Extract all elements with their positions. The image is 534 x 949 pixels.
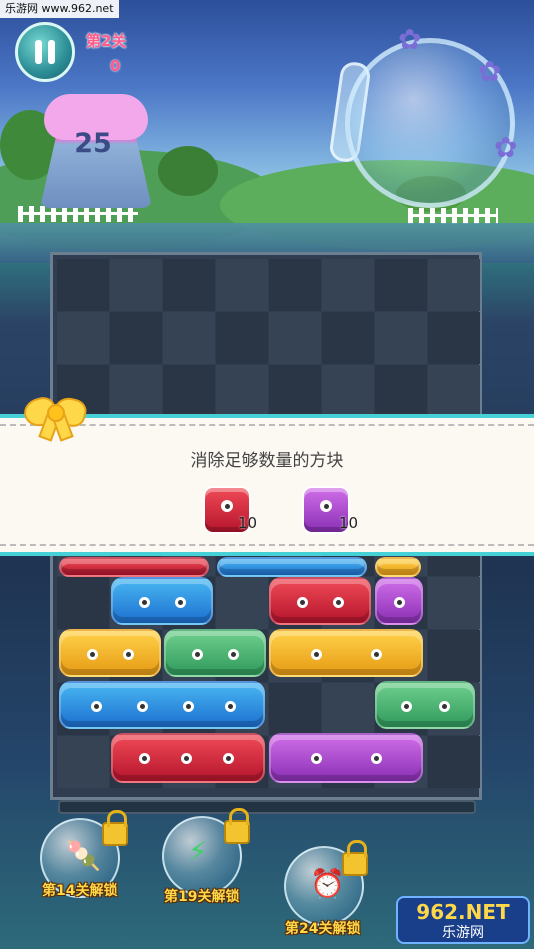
watermark: 乐游网 www.962.net bbox=[0, 0, 119, 18]
jelly-block-yellow[interactable] bbox=[269, 629, 423, 677]
popsicle-icon: 🍡 bbox=[66, 839, 101, 872]
flower-icon: ✿ bbox=[398, 23, 422, 56]
jelly-block-red[interactable] bbox=[269, 577, 371, 625]
moves-counter: 25 bbox=[74, 128, 112, 159]
lock-icon bbox=[102, 810, 128, 846]
jelly-block-green[interactable] bbox=[164, 629, 266, 677]
pause-button[interactable] bbox=[15, 22, 75, 82]
jelly-block-yellow[interactable] bbox=[375, 557, 421, 577]
white-fence bbox=[18, 206, 138, 222]
game-scene: 25 ✿ ✿ ✿ 乐游网 www.962.net 第2关 0 消除足够数量的方块… bbox=[0, 0, 534, 949]
level-label: 第2关 bbox=[86, 32, 127, 50]
jelly-block-purple[interactable] bbox=[375, 577, 423, 625]
jelly-block-green[interactable] bbox=[375, 681, 475, 729]
jelly-block-blue[interactable] bbox=[217, 557, 367, 577]
booster-unlock-label: 第19关解锁 bbox=[164, 889, 240, 905]
goal-count-purple: 10 bbox=[339, 514, 359, 532]
logo-text-bottom: 乐游网 bbox=[442, 925, 484, 941]
tree-cluster bbox=[158, 146, 218, 196]
jelly-block-red[interactable] bbox=[111, 733, 265, 783]
white-fence bbox=[408, 208, 498, 224]
jelly-block-purple[interactable] bbox=[269, 733, 423, 783]
lock-icon bbox=[342, 840, 368, 876]
logo-text-top: 962.NET bbox=[416, 900, 510, 924]
jelly-block-blue[interactable] bbox=[111, 577, 213, 625]
ribbon-bow-icon bbox=[20, 392, 90, 442]
alarm-bomb-icon: ⏰ bbox=[310, 867, 345, 900]
pause-icon bbox=[48, 40, 55, 64]
score-value: 0 bbox=[110, 57, 121, 75]
jelly-block-red[interactable] bbox=[59, 557, 209, 577]
flower-icon: ✿ bbox=[494, 131, 518, 164]
booster-unlock-label: 第14关解锁 bbox=[42, 883, 118, 899]
goal-count-red: 10 bbox=[238, 514, 258, 532]
flower-icon: ✿ bbox=[478, 55, 502, 88]
booster-unlock-label: 第24关解锁 bbox=[285, 921, 361, 937]
goal-title: 消除足够数量的方块 bbox=[190, 451, 344, 471]
pause-icon bbox=[35, 40, 42, 64]
lock-icon bbox=[224, 808, 250, 844]
lightning-icon: ⚡ bbox=[188, 835, 208, 868]
site-logo: 962.NET 乐游网 bbox=[396, 896, 530, 944]
jelly-block-blue[interactable] bbox=[59, 681, 265, 729]
jelly-block-yellow[interactable] bbox=[59, 629, 161, 677]
